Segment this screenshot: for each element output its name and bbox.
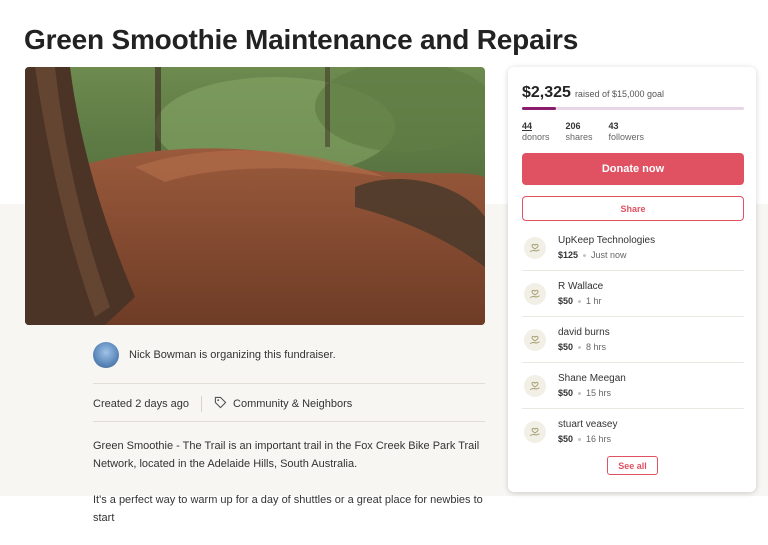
donation-time: Just now [591, 250, 627, 260]
heart-hand-icon [524, 236, 546, 259]
stat-value: 43 [608, 121, 619, 131]
divider [93, 383, 485, 384]
separator-dot [578, 299, 582, 303]
progress-bar [522, 107, 744, 110]
donation-amount: $50 [558, 388, 574, 398]
heart-hand-icon [524, 282, 546, 305]
separator-dot [578, 437, 582, 441]
donation-amount: $125 [558, 250, 579, 260]
stat-label: donors [522, 132, 550, 142]
heart-hand-icon [524, 420, 546, 443]
stat-label: followers [608, 132, 645, 142]
donation-time: 8 hrs [586, 342, 607, 352]
donation-time: 1 hr [586, 296, 602, 306]
recent-donations: UpKeep Technologies $125 Just now R Wall… [522, 225, 744, 454]
raised-summary: $2,325 raised of $15,000 goal [522, 84, 664, 102]
separator-dot [578, 391, 582, 395]
category-link[interactable]: Community & Neighbors [214, 396, 352, 412]
goal-text: raised of $15,000 goal [574, 89, 665, 99]
page-title: Green Smoothie Maintenance and Repairs [24, 24, 579, 55]
meta-separator [201, 396, 203, 412]
donation-amount: $50 [558, 434, 574, 444]
campaign-meta: Created 2 days ago Community & Neighbors [93, 396, 352, 412]
donor-name: R Wallace [558, 281, 604, 292]
campaign-hero-image [25, 67, 485, 325]
donation-amount: $50 [558, 296, 574, 306]
separator-dot [578, 345, 582, 349]
donation-time: 15 hrs [586, 388, 612, 398]
stat-value: 44 [522, 121, 533, 131]
donor-name: david burns [558, 327, 610, 338]
donation-item: stuart veasey $50 16 hrs [522, 409, 744, 454]
donation-time: 16 hrs [586, 434, 612, 444]
campaign-story: Green Smoothie - The Trail is an importa… [93, 437, 485, 545]
organizer-text: Nick Bowman is organizing this fundraise… [129, 349, 336, 361]
share-button[interactable]: Share [522, 196, 744, 221]
donation-item: Shane Meegan $50 15 hrs [522, 363, 744, 409]
created-date: Created 2 days ago [93, 398, 190, 410]
stat-donors[interactable]: 44 donors [522, 121, 550, 143]
stat-label: shares [565, 132, 593, 142]
stat-followers: 43 followers [609, 121, 645, 143]
raised-amount: $2,325 [522, 84, 571, 101]
divider [93, 421, 485, 422]
heart-hand-icon [524, 374, 546, 397]
separator-dot [583, 253, 587, 257]
organizer-row: Nick Bowman is organizing this fundraise… [93, 342, 336, 368]
donation-item: david burns $50 8 hrs [522, 317, 744, 363]
donor-name: UpKeep Technologies [558, 235, 656, 246]
donation-item: UpKeep Technologies $125 Just now [522, 225, 744, 271]
see-all-button[interactable]: See all [607, 456, 658, 475]
category-label: Community & Neighbors [233, 398, 353, 410]
organizer-avatar[interactable] [93, 342, 119, 368]
tag-icon [214, 396, 227, 412]
heart-hand-icon [524, 328, 546, 351]
stat-value: 206 [565, 121, 581, 131]
donation-card: $2,325 raised of $15,000 goal 44 donors … [508, 67, 756, 492]
story-paragraph: Green Smoothie - The Trail is an importa… [93, 440, 480, 470]
stat-shares: 206 shares [566, 121, 593, 143]
donation-item: R Wallace $50 1 hr [522, 271, 744, 317]
donation-amount: $50 [558, 342, 574, 352]
donor-name: Shane Meegan [558, 373, 626, 384]
donor-name: stuart veasey [558, 419, 618, 430]
campaign-stats: 44 donors 206 shares 43 followers [522, 121, 644, 143]
donate-now-button[interactable]: Donate now [522, 153, 744, 185]
progress-fill [522, 107, 557, 110]
story-paragraph: It's a perfect way to warm up for a day … [93, 494, 483, 524]
